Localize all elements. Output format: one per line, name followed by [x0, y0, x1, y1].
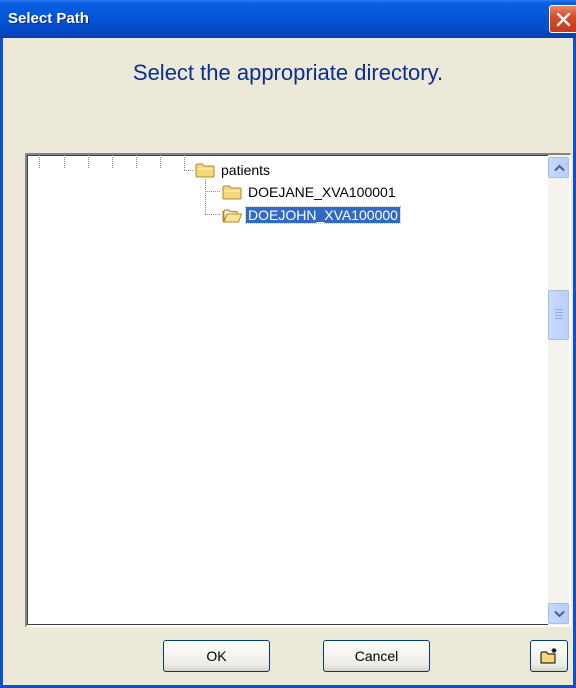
close-button[interactable] — [549, 5, 576, 33]
scroll-down-button[interactable] — [548, 603, 569, 624]
scroll-up-button[interactable] — [548, 157, 569, 178]
tree-guide-line — [184, 155, 185, 171]
close-icon — [556, 12, 571, 27]
tree-guide-line — [205, 191, 221, 192]
tree-guide-line — [160, 155, 161, 169]
dialog-instruction: Select the appropriate directory. — [132, 60, 444, 85]
tree-node-label: DOEJOHN_XVA100000 — [245, 206, 401, 224]
scroll-thumb-grip — [555, 315, 563, 316]
tree-vertical-scrollbar[interactable] — [548, 155, 569, 625]
tree-guide-line — [39, 155, 40, 169]
folder-icon — [222, 185, 242, 200]
chevron-up-icon — [554, 164, 565, 172]
tree-node-patients[interactable]: patients — [195, 161, 272, 179]
scroll-thumb-grip — [555, 309, 563, 310]
tree-guide-line — [112, 155, 113, 169]
tree-node-label: patients — [221, 162, 271, 178]
scroll-thumb[interactable] — [548, 290, 569, 340]
folder-icon — [195, 163, 215, 178]
tree-guide-line — [184, 170, 194, 171]
chevron-down-icon — [554, 610, 565, 618]
title-bar[interactable]: Select Path — [0, 0, 576, 38]
new-folder-icon — [540, 648, 557, 664]
select-path-dialog: Select Path Select the appropriate direc… — [0, 0, 576, 688]
tree-node-doejohn[interactable]: DOEJOHN_XVA100000 — [222, 206, 401, 224]
ok-button[interactable]: OK — [163, 640, 270, 672]
folder-open-icon — [222, 209, 242, 223]
new-folder-button[interactable] — [530, 640, 568, 672]
cancel-button[interactable]: Cancel — [323, 640, 430, 672]
tree-node-label: DOEJANE_XVA100001 — [248, 184, 396, 200]
tree-guide-line — [205, 179, 206, 215]
tree-guide-line — [64, 155, 65, 169]
tree-guide-line — [205, 214, 221, 215]
tree-guide-line — [88, 155, 89, 169]
tree-viewport: patients DOEJANE_XVA100001 DOEJOHN_XVA10… — [27, 155, 547, 625]
scroll-thumb-grip — [555, 318, 563, 319]
window-frame-left — [0, 38, 3, 688]
directory-tree[interactable]: patients DOEJANE_XVA100001 DOEJOHN_XVA10… — [25, 153, 571, 627]
window-title: Select Path — [8, 10, 89, 27]
tree-guide-line — [136, 155, 137, 169]
scroll-thumb-grip — [555, 312, 563, 313]
tree-node-doejane[interactable]: DOEJANE_XVA100001 — [222, 183, 398, 201]
